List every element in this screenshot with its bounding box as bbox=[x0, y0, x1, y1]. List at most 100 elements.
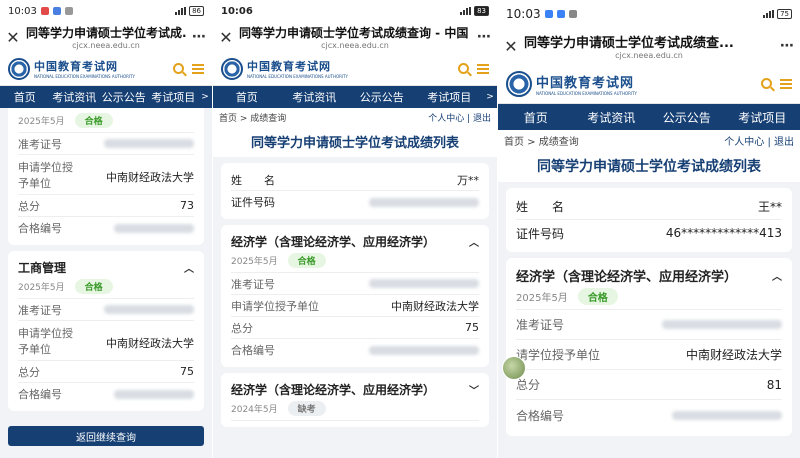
subject-title: 工商管理 bbox=[18, 261, 67, 275]
nav-exams[interactable]: 考试项目 bbox=[416, 89, 484, 105]
close-icon[interactable]: ✕ bbox=[6, 28, 20, 47]
app-notification-icon bbox=[52, 7, 61, 15]
nav-notices[interactable]: 公示公告 bbox=[99, 89, 149, 105]
status-time: 10:06 bbox=[221, 5, 253, 17]
nav-news[interactable]: 考试资讯 bbox=[50, 89, 100, 105]
row-label: 证件号码 bbox=[231, 196, 275, 209]
page-title-text: 同等学力申请硕士学位考试成... bbox=[26, 26, 186, 40]
page-url: cjcx.neea.edu.cn bbox=[72, 41, 140, 50]
site-logo[interactable]: 中国教育考试网 NATIONAL EDUCATION EXAMINATIONS … bbox=[506, 70, 637, 97]
row-score: 总分 75 bbox=[231, 317, 479, 339]
logo-cn: 中国教育考试网 bbox=[247, 60, 331, 73]
row-label: 姓 名 bbox=[516, 200, 565, 214]
site-logo[interactable]: 中国教育考试网 NATIONAL EDUCATION EXAMINATIONS … bbox=[221, 57, 348, 80]
nav-exams[interactable]: 考试项目 bbox=[725, 109, 800, 126]
status-bar: 10:06 83 bbox=[213, 0, 497, 22]
site-logo[interactable]: 中国教育考试网 NATIONAL EDUCATION EXAMINATIONS … bbox=[8, 57, 135, 80]
row-institution: 申请学位授予单位 中南财经政法大学 bbox=[18, 321, 194, 361]
row-value: 万** bbox=[457, 173, 479, 187]
nav-notices[interactable]: 公示公告 bbox=[649, 109, 725, 126]
more-options-icon[interactable]: ⋯ bbox=[780, 38, 794, 54]
row-value: 75 bbox=[465, 321, 479, 334]
menu-icon[interactable] bbox=[780, 78, 792, 89]
result-header[interactable]: 经济学（含理论经济学、应用经济学） ︿ bbox=[231, 231, 479, 250]
row-label: 准考证号 bbox=[516, 318, 565, 332]
app-notification-icon bbox=[556, 10, 565, 18]
search-icon[interactable] bbox=[173, 63, 184, 74]
row-value: 81 bbox=[766, 377, 782, 392]
search-icon[interactable] bbox=[458, 63, 469, 74]
phone-screenshot-1: 10:03 86 ✕ 同等学力申请硕士学位考试成... cjcx.neea.ed… bbox=[0, 0, 212, 458]
search-icon[interactable] bbox=[761, 78, 772, 89]
menu-icon[interactable] bbox=[477, 63, 489, 74]
close-icon[interactable]: ✕ bbox=[504, 37, 518, 56]
row-value: 75 bbox=[180, 365, 194, 378]
row-label: 申请学位授予单位 bbox=[18, 161, 73, 190]
nav-home[interactable]: 首页 bbox=[213, 89, 281, 105]
app-notification-icon bbox=[568, 10, 577, 18]
floating-assistant-icon[interactable] bbox=[502, 356, 526, 380]
row-value: 46*************413 bbox=[665, 226, 782, 240]
status-time: 10:03 bbox=[8, 5, 37, 17]
exam-date: 2025年5月 bbox=[516, 293, 568, 304]
menu-icon[interactable] bbox=[192, 63, 204, 74]
result-header[interactable]: 经济学（含理论经济学、应用经济学） ︿ bbox=[516, 264, 782, 285]
result-sub: 2025年5月 合格 bbox=[231, 250, 479, 273]
back-query-button[interactable]: 返回继续查询 bbox=[8, 426, 204, 446]
phone-screenshot-3: 10:03 75 ✕ 同等学力申请硕士学位考试成绩查... cjcx.neea.… bbox=[498, 0, 800, 458]
redacted-value bbox=[662, 320, 782, 329]
logo-en: NATIONAL EDUCATION EXAMINATIONS AUTHORIT… bbox=[247, 74, 348, 79]
signal-icon bbox=[460, 7, 472, 15]
user-links[interactable]: 个人中心 | 退出 bbox=[428, 111, 491, 124]
page-title-text: 同等学力申请硕士学位考试成绩查询 - 中国 bbox=[239, 26, 469, 40]
row-value: 中南财经政法大学 bbox=[391, 299, 479, 313]
nav-news[interactable]: 考试资讯 bbox=[574, 109, 650, 126]
row-label: 合格编号 bbox=[516, 408, 565, 423]
nav-notices[interactable]: 公示公告 bbox=[348, 89, 416, 105]
nav-news[interactable]: 考试资讯 bbox=[281, 89, 349, 105]
row-label: 准考证号 bbox=[18, 137, 62, 151]
row-label: 合格编号 bbox=[231, 344, 275, 357]
signal-icon bbox=[175, 7, 187, 15]
user-links[interactable]: 个人中心 | 退出 bbox=[724, 133, 794, 148]
chevron-up-icon[interactable]: ︿ bbox=[772, 268, 782, 283]
page-title-text: 同等学力申请硕士学位考试成绩查... bbox=[524, 36, 734, 51]
redacted-value bbox=[369, 345, 479, 355]
redacted-value bbox=[104, 139, 194, 148]
chevron-up-icon[interactable]: ︿ bbox=[184, 260, 194, 275]
subject-title: 经济学（含理论经济学、应用经济学） bbox=[231, 235, 436, 249]
app-notification-icon bbox=[544, 10, 553, 18]
chevron-up-icon[interactable]: ︿ bbox=[469, 234, 479, 249]
row-label: 总分 bbox=[18, 365, 40, 379]
more-options-icon[interactable]: ⋯ bbox=[477, 29, 491, 45]
nav-home[interactable]: 首页 bbox=[498, 109, 574, 126]
result-card: 2025年5月 合格 准考证号 申请学位授予单位 中南财经政法大学 总分 73 合格… bbox=[8, 108, 204, 245]
result-sub: 2025年5月 合格 bbox=[516, 285, 782, 310]
person-card: 姓 名 万** 证件号码 bbox=[221, 163, 489, 219]
status-time: 10:03 bbox=[506, 7, 541, 21]
nav-home[interactable]: 首页 bbox=[0, 89, 50, 105]
row-institution: 申请学位授予单位 中南财经政法大学 bbox=[18, 155, 194, 195]
row-cert: 合格编号 bbox=[231, 339, 479, 361]
redacted-value bbox=[104, 305, 194, 314]
result-card: 经济学（含理论经济学、应用经济学） ︿ 2025年5月 合格 准考证号 申请学位… bbox=[221, 225, 489, 367]
nav-more-icon[interactable]: > bbox=[483, 92, 497, 102]
more-options-icon[interactable]: ⋯ bbox=[192, 29, 206, 45]
nav-exams[interactable]: 考试项目 bbox=[149, 89, 199, 105]
nav-more-icon[interactable]: > bbox=[198, 92, 212, 102]
breadcrumb[interactable]: 首页 > 成绩查询 bbox=[504, 133, 579, 148]
row-ticket: 准考证号 bbox=[231, 273, 479, 295]
chevron-down-icon[interactable]: ﹀ bbox=[469, 382, 479, 397]
neea-emblem-icon bbox=[221, 57, 243, 80]
result-sub: 2025年5月 合格 bbox=[18, 276, 194, 299]
row-ticket: 准考证号 bbox=[18, 133, 194, 155]
result-header[interactable]: 经济学（含理论经济学、应用经济学） ﹀ bbox=[231, 379, 479, 398]
result-header[interactable]: 工商管理 ︿ bbox=[18, 257, 194, 276]
redacted-value bbox=[369, 197, 479, 207]
row-id: 证件号码 46*************413 bbox=[516, 220, 782, 246]
exam-date: 2024年5月 bbox=[231, 405, 278, 415]
main-nav: 首页 考试资讯 公示公告 考试项目 > bbox=[213, 86, 497, 108]
close-icon[interactable]: ✕ bbox=[219, 28, 233, 47]
breadcrumb-row: 首页 > 成绩查询 个人中心 | 退出 bbox=[213, 108, 497, 126]
breadcrumb[interactable]: 首页 > 成绩查询 bbox=[219, 111, 286, 124]
